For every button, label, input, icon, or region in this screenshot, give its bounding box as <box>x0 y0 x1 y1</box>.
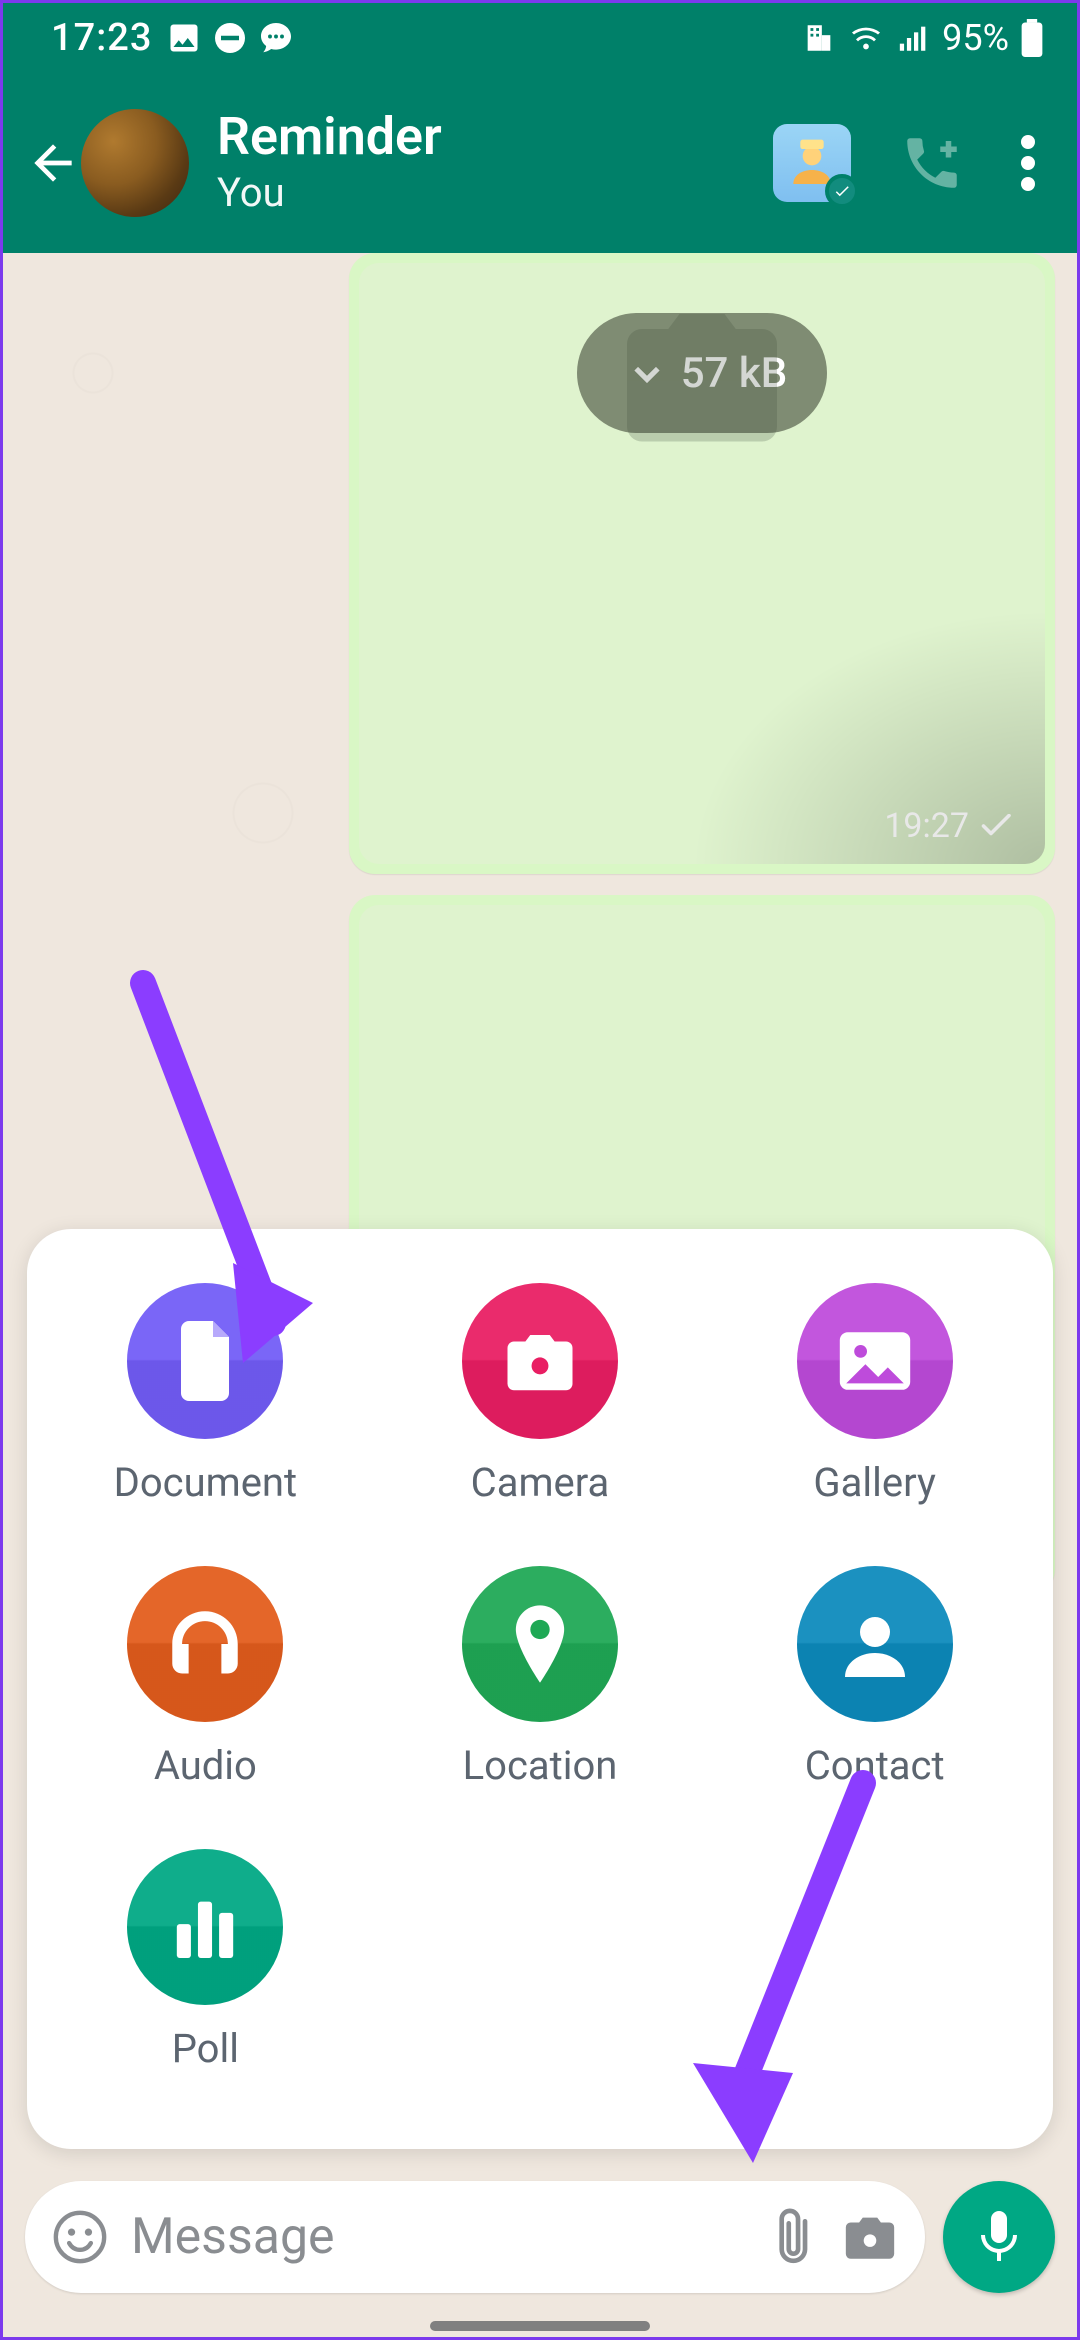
attach-camera[interactable]: Camera <box>412 1283 669 1506</box>
contact-circle <box>797 1566 953 1722</box>
mic-icon <box>975 2207 1023 2267</box>
gallery-circle <box>797 1283 953 1439</box>
message-time: 19:27 <box>884 806 969 846</box>
document-circle <box>127 1283 283 1439</box>
signal-icon <box>896 21 932 55</box>
attach-audio-label: Audio <box>154 1742 257 1789</box>
chat-notification-icon <box>258 20 294 56</box>
more-vert-icon <box>1021 135 1035 191</box>
headphones-icon <box>165 1608 245 1680</box>
battery-percentage: 95% <box>942 17 1009 59</box>
back-arrow-icon <box>25 135 81 191</box>
battery-icon <box>1019 19 1045 57</box>
back-button[interactable] <box>21 131 85 195</box>
wifi-icon <box>846 21 886 55</box>
attach-camera-label: Camera <box>471 1459 610 1506</box>
status-notification-icons <box>166 20 294 56</box>
attach-poll-label: Poll <box>172 2025 239 2072</box>
attach-poll[interactable]: Poll <box>77 1849 334 2072</box>
message-meta: 19:27 <box>884 806 1015 846</box>
attach-gallery-label: Gallery <box>813 1459 936 1506</box>
status-bar: 17:23 95% <box>3 3 1077 73</box>
app-bar: Reminder You <box>3 73 1077 253</box>
image-notification-icon <box>166 20 202 56</box>
message-image-preview: 57 kB 19:27 <box>359 263 1045 864</box>
overflow-menu-button[interactable] <box>1013 128 1043 198</box>
input-camera-icon[interactable] <box>841 2212 899 2262</box>
chat-title-block[interactable]: Reminder You <box>217 110 773 216</box>
camera-icon <box>501 1328 579 1394</box>
chat-background: 57 kB 19:27 Document <box>3 253 1077 2337</box>
chat-title: Reminder <box>217 110 773 165</box>
person-icon <box>839 1608 911 1680</box>
chat-subtitle: You <box>217 169 773 216</box>
message-input-container[interactable]: Message <box>25 2181 925 2293</box>
gallery-icon <box>836 1329 914 1393</box>
attach-audio[interactable]: Audio <box>77 1566 334 1789</box>
attach-gallery[interactable]: Gallery <box>746 1283 1003 1506</box>
bar-chart-icon <box>170 1896 240 1958</box>
building-icon <box>802 21 836 55</box>
mic-button[interactable] <box>943 2181 1055 2293</box>
poll-circle <box>127 1849 283 2005</box>
chat-avatar[interactable] <box>81 109 189 217</box>
attachment-grid: Document Camera Gallery <box>77 1283 1003 2072</box>
location-pin-icon <box>511 1604 569 1684</box>
sent-tick-icon <box>979 814 1015 838</box>
appbar-actions <box>773 124 1043 202</box>
attach-contact-label: Contact <box>805 1742 945 1789</box>
status-time: 17:23 <box>51 16 152 60</box>
message-input[interactable]: Message <box>131 2208 741 2266</box>
attach-icon[interactable] <box>751 2197 830 2276</box>
attach-document[interactable]: Document <box>77 1283 334 1506</box>
phone-plus-icon <box>899 130 965 196</box>
status-right: 95% <box>802 17 1045 59</box>
check-icon <box>833 182 851 200</box>
home-indicator <box>430 2321 650 2331</box>
video-call-button[interactable] <box>773 124 851 202</box>
video-call-badge <box>825 174 859 208</box>
attach-document-label: Document <box>114 1459 298 1506</box>
location-circle <box>462 1566 618 1722</box>
audio-circle <box>127 1566 283 1722</box>
document-icon <box>172 1321 238 1401</box>
emoji-icon[interactable] <box>51 2208 109 2266</box>
message-bubble-1[interactable]: 57 kB 19:27 <box>349 253 1055 874</box>
dnd-icon <box>212 20 248 56</box>
camera-placeholder-icon <box>607 299 797 449</box>
input-row: Message <box>25 2181 1055 2293</box>
camera-circle <box>462 1283 618 1439</box>
attach-location[interactable]: Location <box>412 1566 669 1789</box>
attach-contact[interactable]: Contact <box>746 1566 1003 1789</box>
screen: 17:23 95% Reminder You <box>0 0 1080 2340</box>
attachment-sheet: Document Camera Gallery <box>27 1229 1053 2149</box>
status-left: 17:23 <box>51 16 294 60</box>
voice-call-button[interactable] <box>897 128 967 198</box>
attach-location-label: Location <box>463 1742 618 1789</box>
